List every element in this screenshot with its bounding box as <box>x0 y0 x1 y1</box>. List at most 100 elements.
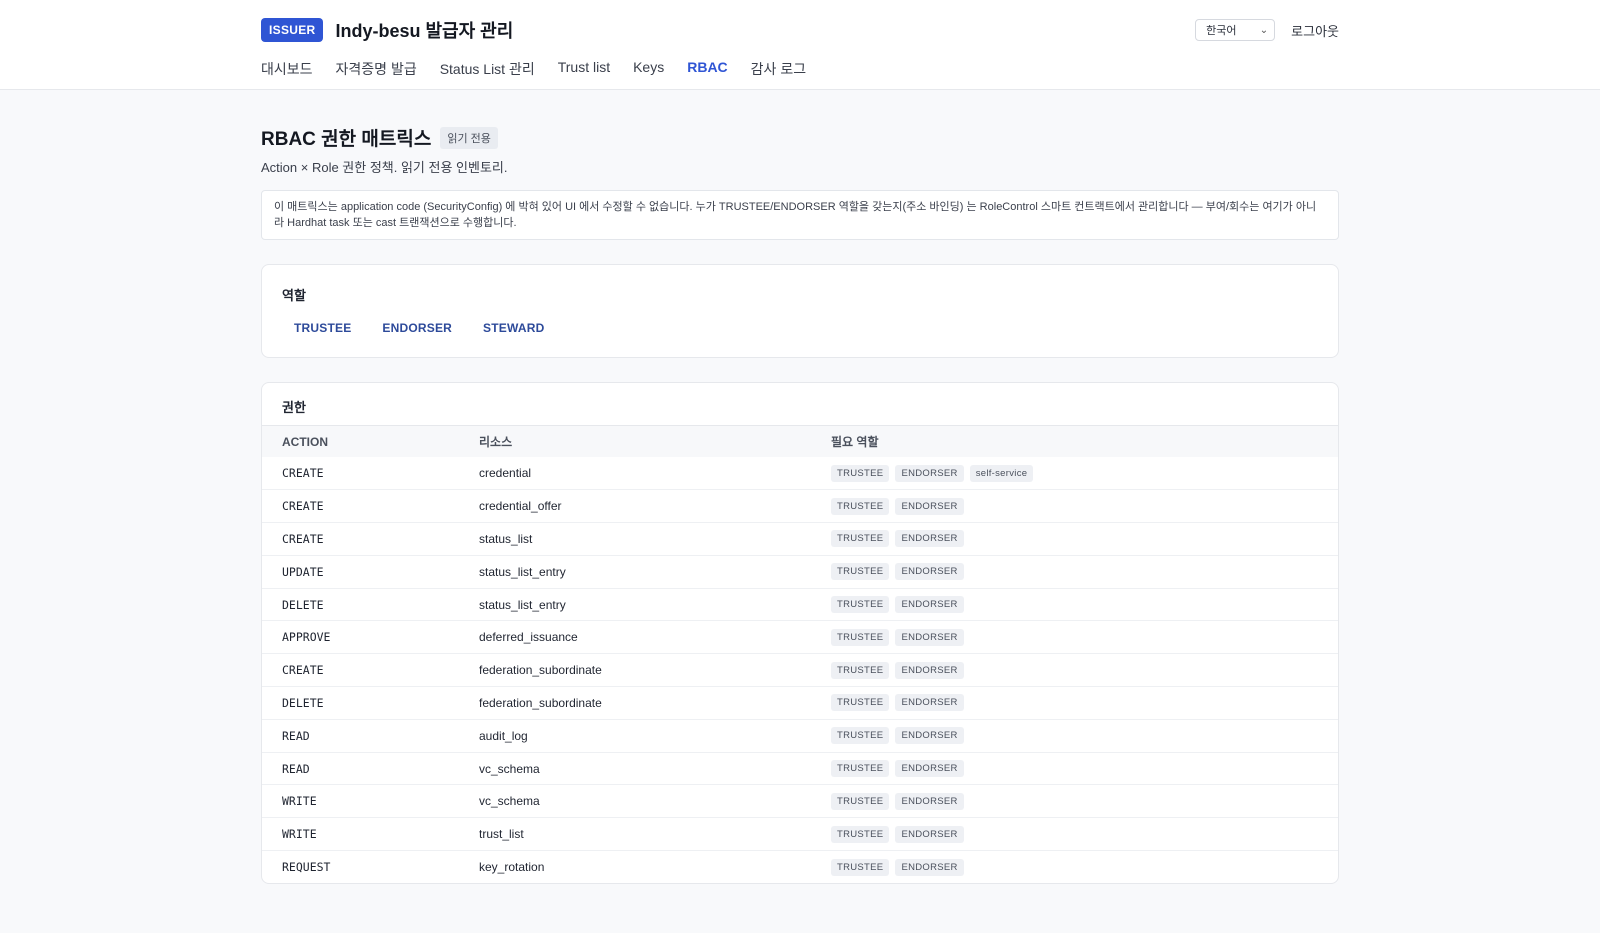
table-row: READ audit_log TRUSTEE ENDORSER <box>262 718 1338 753</box>
top-bar: ISSUER Indy-besu 발급자 관리 한국어 ⌄ 로그아웃 대시보드 자… <box>0 0 1600 90</box>
role-pill: TRUSTEE <box>831 694 890 712</box>
required-roles-cell: TRUSTEE ENDORSER <box>831 587 1338 621</box>
role-pill: ENDORSER <box>895 628 964 646</box>
resource-cell: credential <box>479 466 532 481</box>
role-pill: ENDORSER <box>895 694 964 712</box>
resource-cell: federation_subordinate <box>479 686 831 720</box>
nav-item-1[interactable]: 자격증명 발급 <box>336 59 417 79</box>
role-pill: ENDORSER <box>895 563 964 581</box>
info-notice: 이 매트릭스는 application code (SecurityConfig… <box>261 190 1339 240</box>
permissions-card-title: 권한 <box>282 400 306 415</box>
resource-cell: credential_offer <box>479 489 831 523</box>
action-cell: CREATE <box>262 653 479 687</box>
nav-item-6[interactable]: 감사 로그 <box>751 59 806 79</box>
role-pill: ENDORSER <box>895 497 964 515</box>
role-pill: ENDORSER <box>895 727 964 745</box>
resource-cell: deferred_issuance <box>479 620 831 654</box>
resource-cell: federation_subordinate <box>479 653 831 687</box>
page-title: RBAC 권한 매트릭스 <box>261 129 432 150</box>
permissions-table: ACTION 리소스 필요 역할 CREATE credential TRUSTEE… <box>262 426 1338 884</box>
role-pill: ENDORSER <box>895 858 964 876</box>
permissions-card: 권한 ACTION 리소스 필요 역할 CREATE credential TRUS… <box>261 382 1339 885</box>
nav-item-5[interactable]: RBAC <box>687 59 727 79</box>
role-pill: self-service <box>969 464 1034 482</box>
language-select[interactable]: 한국어 ⌄ <box>1195 19 1276 41</box>
required-roles-cell: TRUSTEE ENDORSER <box>831 850 1338 884</box>
column-header-required-roles: 필요 역할 <box>831 426 1338 457</box>
table-row: DELETE status_list_entry TRUSTEE ENDORSER <box>262 587 1338 621</box>
role-chip: TRUSTEE <box>294 321 352 335</box>
page-subtitle: Action × Role 권한 정책. 읽기 전용 인벤토리. <box>261 160 508 175</box>
resource-cell: status_list_entry <box>479 587 831 621</box>
main-nav: 대시보드 자격증명 발급 Status List 관리 Trust list Keys R… <box>261 59 806 79</box>
table-row: CREATE credential TRUSTEE ENDORSER self-serv… <box>262 457 1338 490</box>
nav-item-4[interactable]: Keys <box>633 59 664 79</box>
brand: ISSUER Indy-besu 발급자 관리 <box>261 17 513 43</box>
required-roles-cell: TRUSTEE ENDORSER self-service <box>831 457 1338 490</box>
table-header-row: ACTION 리소스 필요 역할 <box>262 426 1338 457</box>
role-pill: TRUSTEE <box>831 563 890 581</box>
resource-cell: vc_schema <box>479 751 831 785</box>
resource-cell: audit_log <box>479 718 831 753</box>
nav-item-3[interactable]: Trust list <box>558 59 610 79</box>
role-pill: ENDORSER <box>895 596 964 614</box>
action-cell: READ <box>262 718 479 753</box>
column-header-resource: 리소스 <box>479 426 831 457</box>
role-pill: ENDORSER <box>895 464 964 482</box>
action-cell: CREATE <box>262 522 479 556</box>
app-title[interactable]: Indy-besu 발급자 관리 <box>335 17 513 43</box>
language-select-value: 한국어 <box>1206 25 1237 37</box>
required-roles-cell: TRUSTEE ENDORSER <box>831 653 1338 687</box>
role-pill: TRUSTEE <box>831 464 890 482</box>
table-row: REQUEST key_rotation TRUSTEE ENDORSER <box>262 850 1338 884</box>
action-cell: DELETE <box>262 587 479 621</box>
action-cell: CREATE <box>282 466 324 481</box>
required-roles-cell: TRUSTEE ENDORSER <box>831 489 1338 523</box>
role-pill: TRUSTEE <box>831 792 890 810</box>
table-row: READ vc_schema TRUSTEE ENDORSER <box>262 751 1338 785</box>
role-pill: ENDORSER <box>895 792 964 810</box>
role-pill: TRUSTEE <box>831 825 890 843</box>
required-roles-cell: TRUSTEE ENDORSER <box>831 522 1338 556</box>
roles-card: 역할 TRUSTEE ENDORSER STEWARD <box>261 264 1339 358</box>
resource-cell: trust_list <box>479 817 831 851</box>
readonly-badge: 읽기 전용 <box>440 126 498 149</box>
nav-item-2[interactable]: Status List 관리 <box>440 59 535 79</box>
required-roles-cell: TRUSTEE ENDORSER <box>831 784 1338 818</box>
roles-card-title: 역할 <box>282 288 306 303</box>
required-roles-cell: TRUSTEE ENDORSER <box>831 751 1338 785</box>
table-row: DELETE federation_subordinate TRUSTEE ENDOR… <box>262 686 1338 720</box>
required-roles-cell: TRUSTEE ENDORSER <box>831 686 1338 720</box>
role-pill: ENDORSER <box>895 530 964 548</box>
action-cell: CREATE <box>262 489 479 523</box>
role-pill: ENDORSER <box>895 760 964 778</box>
action-cell: READ <box>262 751 479 785</box>
action-cell: WRITE <box>262 784 479 818</box>
action-cell: UPDATE <box>262 554 479 589</box>
table-row: CREATE federation_subordinate TRUSTEE ENDOR… <box>262 653 1338 687</box>
nav-item-0[interactable]: 대시보드 <box>261 59 313 79</box>
required-roles-cell: TRUSTEE ENDORSER <box>831 620 1338 654</box>
role-chip: STEWARD <box>483 321 545 335</box>
issuer-badge: ISSUER <box>261 18 324 42</box>
logout-link[interactable]: 로그아웃 <box>1291 21 1339 40</box>
role-pill: ENDORSER <box>895 825 964 843</box>
required-roles-cell: TRUSTEE ENDORSER <box>831 817 1338 851</box>
required-roles-cell: TRUSTEE ENDORSER <box>831 718 1338 753</box>
role-pill: TRUSTEE <box>831 596 890 614</box>
table-row: CREATE status_list TRUSTEE ENDORSER <box>262 522 1338 556</box>
action-cell: WRITE <box>262 817 479 851</box>
required-roles-cell: TRUSTEE ENDORSER <box>831 554 1338 589</box>
role-pill: TRUSTEE <box>831 497 890 515</box>
table-row: WRITE trust_list TRUSTEE ENDORSER <box>262 817 1338 851</box>
role-pill: TRUSTEE <box>831 530 890 548</box>
role-pill: TRUSTEE <box>831 727 890 745</box>
table-row: CREATE credential_offer TRUSTEE ENDORSER <box>262 489 1338 523</box>
action-cell: DELETE <box>262 686 479 720</box>
roles-list: TRUSTEE ENDORSER STEWARD <box>282 321 1318 335</box>
table-row: WRITE vc_schema TRUSTEE ENDORSER <box>262 784 1338 818</box>
role-pill: TRUSTEE <box>831 858 890 876</box>
role-pill: TRUSTEE <box>831 628 890 646</box>
table-row: UPDATE status_list_entry TRUSTEE ENDORSER <box>262 554 1338 589</box>
main-content: RBAC 권한 매트릭스 읽기 전용 Action × Role 권한 정책. … <box>261 90 1339 885</box>
